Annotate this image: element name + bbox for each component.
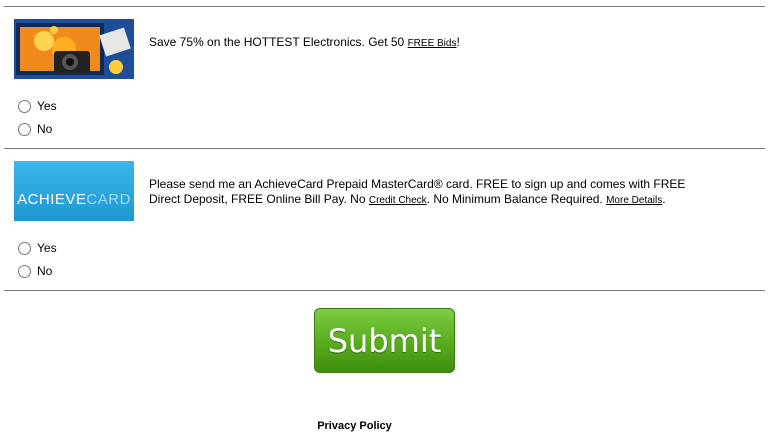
offer-achievecard-no-radio[interactable] — [18, 264, 31, 278]
privacy-policy-link[interactable]: Privacy Policy — [0, 420, 709, 432]
offer-electronics-yes[interactable]: Yes — [18, 99, 57, 113]
divider-2 — [4, 290, 765, 291]
offer-electronics-no[interactable]: No — [18, 122, 52, 136]
offer-achievecard-yes[interactable]: Yes — [18, 241, 57, 255]
offer-achievecard-no[interactable]: No — [18, 264, 52, 278]
more-details-link[interactable]: More Details — [606, 195, 662, 206]
divider-1 — [4, 148, 765, 149]
offer-achievecard-text: Please send me an AchieveCard Prepaid Ma… — [149, 177, 686, 206]
offer-electronics-yes-radio[interactable] — [18, 99, 31, 113]
offer-achievecard-yes-radio[interactable] — [18, 241, 31, 255]
offer-electronics-text: Save 75% on the HOTTEST Electronics. Get… — [149, 35, 460, 49]
electronics-thumbnail — [14, 19, 134, 79]
offer-electronics-no-radio[interactable] — [18, 122, 31, 136]
top-divider — [4, 6, 765, 7]
achievecard-logo: ACHIEVECARD — [14, 161, 134, 221]
credit-check-link[interactable]: Credit Check — [369, 195, 427, 206]
free-bids-link[interactable]: FREE Bids — [408, 38, 457, 49]
submit-button[interactable]: Submit — [314, 308, 455, 373]
